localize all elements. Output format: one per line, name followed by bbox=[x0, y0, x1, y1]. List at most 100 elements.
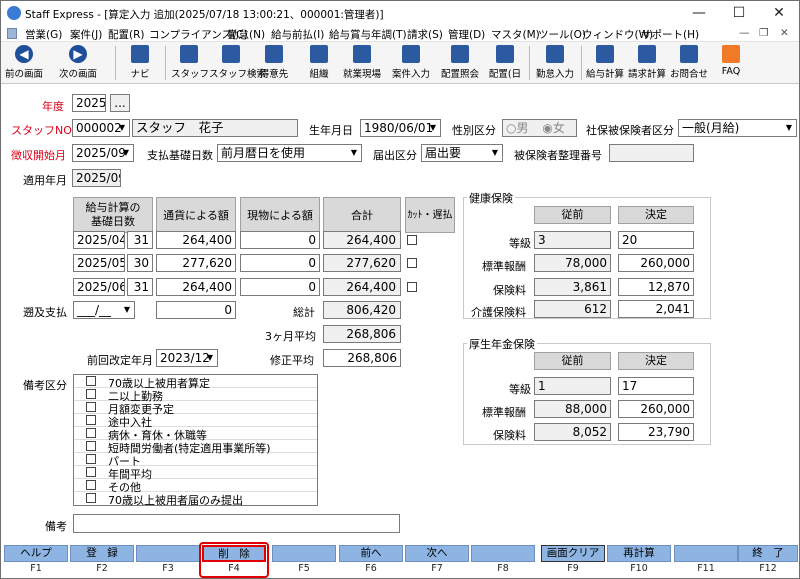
maximize-button[interactable]: ☐ bbox=[719, 1, 759, 25]
row3-month[interactable]: 2025/06 bbox=[73, 278, 125, 296]
prev-screen-button[interactable]: ◀ 前の画面 bbox=[3, 43, 45, 83]
menu-kanri[interactable]: 管理(D) bbox=[448, 27, 485, 42]
shusei-field[interactable]: 268,806 bbox=[323, 349, 401, 367]
row2-cash[interactable]: 277,620 bbox=[156, 254, 236, 272]
seikyu-keisan-button[interactable]: 請求計算 bbox=[627, 43, 667, 83]
main-form: 年度 2025 ... スタッフNO 000002 ▼ スタッフ 花子 生年月日 … bbox=[1, 85, 799, 545]
kenpo-tokyu-after[interactable]: 20 bbox=[618, 231, 694, 249]
menu-tool[interactable]: ツール(O) bbox=[538, 27, 586, 42]
next-screen-button[interactable]: ▶ 次の画面 bbox=[55, 43, 101, 83]
sokyu-date-combo[interactable]: ___/__ ▼ bbox=[73, 301, 135, 319]
haichi-day-button[interactable]: 配置(日 bbox=[485, 43, 525, 83]
row3-days[interactable]: 31 bbox=[127, 278, 153, 296]
kintai-nyuryoku-button[interactable]: 勤怠入力 bbox=[533, 43, 577, 83]
mdi-restore-button[interactable]: ❐ bbox=[759, 27, 768, 39]
list-item[interactable]: 月額変更予定 bbox=[74, 401, 317, 416]
prev-combo[interactable]: 2023/12 ▼ bbox=[156, 349, 218, 367]
f8-button[interactable] bbox=[471, 545, 535, 562]
menu-kyuyo-shoyo[interactable]: 給与賞与年調(T) bbox=[329, 27, 407, 42]
kenpo-hokenryo-after[interactable]: 12,870 bbox=[618, 278, 694, 296]
memo-field[interactable] bbox=[73, 514, 400, 533]
kenpo-title: 健康保険 bbox=[467, 190, 515, 206]
kosei-hokenryo-label: 保険料 bbox=[493, 429, 526, 442]
list-item[interactable]: パート bbox=[74, 453, 317, 468]
row2-month[interactable]: 2025/05 bbox=[73, 254, 125, 272]
row1-kind[interactable]: 0 bbox=[240, 231, 320, 249]
f3-button[interactable] bbox=[136, 545, 200, 562]
list-item[interactable]: 年間平均 bbox=[74, 466, 317, 481]
sokyu-amount[interactable]: 0 bbox=[156, 301, 236, 319]
row3-cut-checkbox[interactable] bbox=[407, 282, 417, 292]
menu-master[interactable]: マスタ(M) bbox=[491, 27, 540, 42]
gender-male-radio[interactable]: ○男 bbox=[506, 121, 529, 135]
list-item[interactable]: 二以上勤務 bbox=[74, 388, 317, 403]
f7-next-button[interactable]: 次へ bbox=[405, 545, 469, 562]
menu-seikyu[interactable]: 請求(S) bbox=[407, 27, 443, 42]
faq-button[interactable]: FAQ bbox=[713, 43, 749, 83]
kyuyo-keisan-button[interactable]: 給与計算 bbox=[585, 43, 625, 83]
list-item[interactable]: その他 bbox=[74, 479, 317, 494]
kosei-hokenryo-after[interactable]: 23,790 bbox=[618, 423, 694, 441]
kenpo-hyojun-after[interactable]: 260,000 bbox=[618, 254, 694, 272]
menu-kintai[interactable]: 勤怠(N) bbox=[228, 27, 265, 42]
menu-eigyo[interactable]: 営業(G) bbox=[25, 27, 62, 42]
sokyu-label: 遡及支払 bbox=[23, 306, 67, 319]
row1-days[interactable]: 31 bbox=[127, 231, 153, 249]
close-button[interactable]: ✕ bbox=[759, 1, 799, 25]
list-item[interactable]: 70歳以上被用者算定 bbox=[74, 375, 317, 390]
mdi-minimize-button[interactable]: — bbox=[739, 27, 750, 39]
anken-nyuryoku-button[interactable]: 案件入力 bbox=[387, 43, 435, 83]
f1-help-button[interactable]: ヘルプ bbox=[4, 545, 68, 562]
shiharai-combo[interactable]: 前月暦日を使用 ▼ bbox=[217, 144, 362, 162]
kosei-hyojun-label: 標準報酬 bbox=[482, 406, 526, 419]
f2-register-button[interactable]: 登 録 bbox=[70, 545, 134, 562]
f6-prev-button[interactable]: 前へ bbox=[339, 545, 403, 562]
minimize-button[interactable]: — bbox=[679, 1, 719, 25]
kosei-tokyu-after[interactable]: 17 bbox=[618, 377, 694, 395]
todoke-combo[interactable]: 届出要 ▼ bbox=[421, 144, 503, 162]
otoiawase-button[interactable]: お問合せ bbox=[669, 43, 709, 83]
toolbar-separator bbox=[115, 46, 116, 80]
list-item[interactable]: 70歳以上被用者届のみ提出 bbox=[74, 492, 317, 507]
row2-cut-checkbox[interactable] bbox=[407, 258, 417, 268]
menu-kyuyo-maebarai[interactable]: 給与前払(I) bbox=[271, 27, 324, 42]
f12-exit-button[interactable]: 終 了 bbox=[738, 545, 798, 562]
navi-button[interactable]: ナビ bbox=[123, 43, 157, 83]
haichi-shokai-button[interactable]: 配置照会 bbox=[437, 43, 483, 83]
row2-kind[interactable]: 0 bbox=[240, 254, 320, 272]
row1-month[interactable]: 2025/04 bbox=[73, 231, 125, 249]
kosei-hyojun-after[interactable]: 260,000 bbox=[618, 400, 694, 418]
f5-key-label: F5 bbox=[298, 563, 310, 574]
mdi-close-button[interactable]: ✕ bbox=[780, 27, 789, 39]
f11-button[interactable] bbox=[674, 545, 738, 562]
tokuisaki-button[interactable]: 得意先 bbox=[256, 43, 292, 83]
staff-no-combo[interactable]: 000002 ▼ bbox=[72, 119, 130, 137]
staff-button[interactable]: スタッフ bbox=[171, 43, 209, 83]
menu-anken[interactable]: 案件(J) bbox=[70, 27, 102, 42]
list-item[interactable]: 途中入社 bbox=[74, 414, 317, 429]
shugyo-genba-button[interactable]: 就業現場 bbox=[339, 43, 385, 83]
menu-haichi[interactable]: 配置(R) bbox=[108, 27, 145, 42]
list-item[interactable]: 病休・育休・休職等 bbox=[74, 427, 317, 442]
row2-days[interactable]: 30 bbox=[127, 254, 153, 272]
birth-combo[interactable]: 1980/06/01 ▼ bbox=[360, 119, 441, 137]
nendo-picker-button[interactable]: ... bbox=[110, 94, 130, 112]
f9-clear-button[interactable]: 画面クリア bbox=[541, 545, 605, 562]
kenpo-kaigo-after[interactable]: 2,041 bbox=[618, 300, 694, 318]
shaho-combo[interactable]: 一般(月給) ▼ bbox=[678, 119, 797, 137]
staff-search-button[interactable]: スタッフ検索 bbox=[209, 43, 266, 83]
soshiki-button[interactable]: 組織 bbox=[301, 43, 337, 83]
choshu-combo[interactable]: 2025/09 ▼ bbox=[72, 144, 134, 162]
row1-cash[interactable]: 264,400 bbox=[156, 231, 236, 249]
row1-cut-checkbox[interactable] bbox=[407, 235, 417, 245]
row3-cash[interactable]: 264,400 bbox=[156, 278, 236, 296]
nendo-field[interactable]: 2025 bbox=[72, 94, 106, 112]
row3-kind[interactable]: 0 bbox=[240, 278, 320, 296]
gender-female-radio[interactable]: ◉女 bbox=[542, 121, 565, 135]
row3-total: 264,400 bbox=[323, 278, 401, 296]
list-item[interactable]: 短時間労働者(特定適用事業所等) bbox=[74, 440, 317, 455]
menu-support[interactable]: サポート(H) bbox=[641, 27, 699, 42]
tekiyo-label: 適用年月 bbox=[23, 174, 67, 187]
f10-recalc-button[interactable]: 再計算 bbox=[607, 545, 671, 562]
f5-button[interactable] bbox=[272, 545, 336, 562]
